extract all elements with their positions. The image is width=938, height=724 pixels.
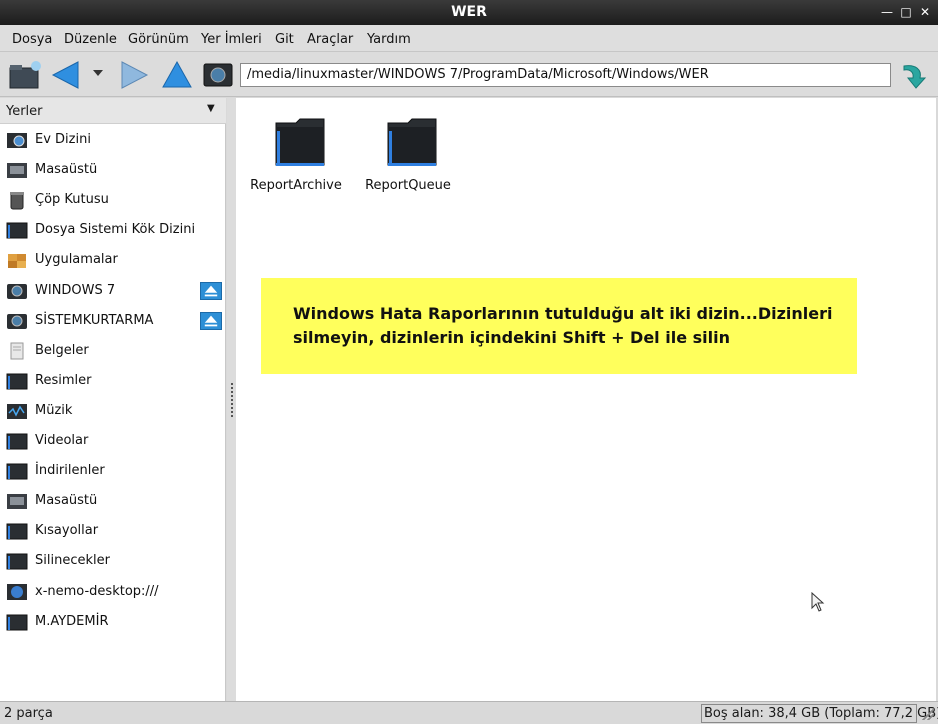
- sidebar-item-label: x-nemo-desktop:///: [35, 583, 159, 599]
- trash-icon: [10, 192, 24, 210]
- applications-icon: [8, 254, 26, 269]
- maximize-icon[interactable]: □: [899, 5, 913, 19]
- eject-icon[interactable]: [200, 281, 222, 300]
- sidebar-item[interactable]: Çöp Kutusu: [0, 186, 226, 214]
- desktop-icon: [7, 163, 27, 179]
- folder-label: ReportQueue: [365, 178, 451, 193]
- annotation-text: Windows Hata Raporlarının tutulduğu alt …: [293, 304, 833, 347]
- sidebar-item-label: SİSTEMKURTARMA: [35, 312, 154, 328]
- sidebar-item[interactable]: Masaüstü: [0, 156, 226, 184]
- folder-label: ReportArchive: [250, 178, 342, 193]
- menu-view[interactable]: Görünüm: [128, 32, 189, 47]
- annotation-note: Windows Hata Raporlarının tutulduğu alt …: [261, 278, 857, 374]
- free-space: Boş alan: 38,4 GB (Toplam: 77,2 GB): [701, 704, 938, 723]
- toolbar: /media/linuxmaster/WINDOWS 7/ProgramData…: [0, 52, 938, 97]
- sidebar-item[interactable]: x-nemo-desktop:///: [0, 578, 226, 606]
- item-count: 2 parça: [4, 706, 53, 721]
- sidebar-item[interactable]: Masaüstü: [0, 487, 226, 515]
- folder-icon: [387, 118, 437, 166]
- window-title: WER: [451, 4, 487, 20]
- sidebar-item-label: Resimler: [35, 372, 92, 388]
- music-folder-icon: [7, 403, 27, 419]
- folder-icon: [6, 463, 28, 480]
- sidebar-item[interactable]: Videolar: [0, 427, 226, 455]
- sidebar-item-label: Uygulamalar: [35, 252, 118, 268]
- folder-icon: [6, 553, 28, 570]
- menu-file[interactable]: Dosya: [12, 32, 52, 47]
- menu-help[interactable]: Yardım: [367, 32, 411, 47]
- network-icon: [7, 583, 27, 600]
- sidebar-item-label: Kısayollar: [35, 523, 99, 539]
- sidebar-item-label: Ev Dizini: [35, 132, 91, 147]
- sidebar-item-label: Silinecekler: [35, 553, 110, 569]
- folder-icon: [6, 433, 28, 450]
- folder-icon: [6, 523, 28, 540]
- folder-icon: [6, 614, 28, 631]
- file-view[interactable]: ReportArchive ReportQueue Windows Hata R…: [236, 98, 936, 701]
- sidebar-item[interactable]: Dosya Sistemi Kök Dizini: [0, 216, 226, 244]
- chevron-down-icon: ▼: [207, 103, 215, 114]
- folder-item-reportarchive[interactable]: ReportArchive: [241, 103, 351, 193]
- sidebar-item-label: Videolar: [35, 433, 89, 448]
- computer-icon[interactable]: [202, 60, 234, 90]
- mouse-pointer-icon: [811, 592, 825, 612]
- close-icon[interactable]: ✕: [918, 5, 932, 19]
- go-arrow-icon[interactable]: [898, 60, 928, 90]
- chevron-down-icon[interactable]: [92, 68, 104, 78]
- folder-icon: [6, 373, 28, 390]
- status-bar: 2 parça Boş alan: 38,4 GB (Toplam: 77,2 …: [0, 701, 938, 724]
- sidebar-item[interactable]: WINDOWS 7: [0, 277, 226, 305]
- sidebar-item-label: WINDOWS 7: [35, 282, 116, 298]
- disk-icon: [7, 283, 27, 299]
- documents-icon: [10, 342, 24, 360]
- up-arrow-icon[interactable]: [160, 59, 194, 91]
- sidebar-item-label: Masaüstü: [35, 493, 98, 509]
- sidebar-item[interactable]: Müzik: [0, 397, 226, 425]
- sidebar-item-label: Müzik: [35, 402, 73, 418]
- title-bar: WER — □ ✕: [0, 0, 938, 25]
- menu-bar: Dosya Düzenle Görünüm Yer İmleri Git Ara…: [0, 25, 938, 52]
- pane-splitter[interactable]: [227, 98, 236, 701]
- splitter-grip[interactable]: [231, 383, 233, 417]
- sidebar-item-label: Belgeler: [35, 342, 89, 358]
- places-dropdown[interactable]: Yerler ▼: [0, 98, 226, 124]
- menu-edit[interactable]: Düzenle: [64, 32, 117, 47]
- eject-icon[interactable]: [200, 311, 222, 330]
- sidebar-item[interactable]: Ev Dizini: [0, 126, 226, 154]
- new-folder-icon[interactable]: [8, 60, 42, 90]
- menu-go[interactable]: Git: [275, 32, 294, 47]
- sidebar-item[interactable]: Silinecekler: [0, 547, 226, 575]
- sidebar-item-label: Masaüstü: [35, 162, 98, 178]
- sidebar-item[interactable]: M.AYDEMİR: [0, 608, 226, 636]
- menu-tools[interactable]: Araçlar: [307, 32, 353, 47]
- sidebar-item-label: M.AYDEMİR: [35, 613, 109, 629]
- sidebar-item[interactable]: İndirilenler: [0, 457, 226, 485]
- sidebar-item[interactable]: Kısayollar: [0, 517, 226, 545]
- sidebar-item[interactable]: SİSTEMKURTARMA: [0, 307, 226, 335]
- sidebar-item-label: Çöp Kutusu: [35, 192, 109, 208]
- sidebar-item[interactable]: Belgeler: [0, 337, 226, 365]
- menu-bookmarks[interactable]: Yer İmleri: [201, 32, 262, 47]
- sidebar-item[interactable]: Uygulamalar: [0, 246, 226, 274]
- sidebar: Yerler ▼ Ev Dizini Masaüstü Çöp Kutusu Dosy…: [0, 98, 226, 701]
- sidebar-item-label: İndirilenler: [35, 463, 105, 479]
- minimize-icon[interactable]: —: [880, 5, 894, 19]
- sidebar-item[interactable]: Resimler: [0, 367, 226, 395]
- back-arrow-icon[interactable]: [50, 59, 82, 91]
- sidebar-item-label: Dosya Sistemi Kök Dizini: [35, 222, 196, 238]
- drive-icon: [6, 222, 28, 239]
- folder-item-reportqueue[interactable]: ReportQueue: [353, 103, 463, 193]
- resize-grip-icon[interactable]: [922, 708, 934, 720]
- home-folder-icon: [7, 133, 27, 148]
- desktop-icon: [7, 494, 27, 510]
- location-input[interactable]: /media/linuxmaster/WINDOWS 7/ProgramData…: [240, 63, 891, 87]
- disk-icon: [7, 313, 27, 329]
- forward-arrow-icon[interactable]: [118, 59, 150, 91]
- places-label: Yerler: [6, 104, 43, 119]
- folder-icon: [275, 118, 325, 166]
